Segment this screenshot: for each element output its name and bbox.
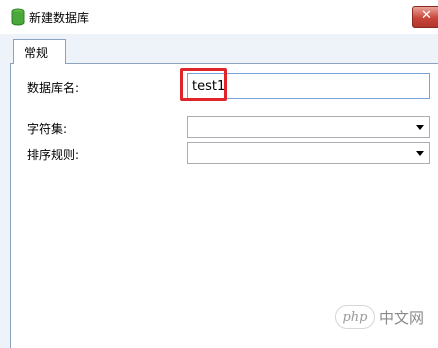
collation-select[interactable] — [187, 142, 430, 164]
tab-general[interactable]: 常规 — [13, 39, 66, 64]
db-name-label: 数据库名: — [27, 81, 80, 95]
watermark-text: 中文网 — [379, 308, 425, 327]
chevron-down-icon — [416, 151, 424, 156]
collation-label: 排序规则: — [27, 148, 80, 162]
highlight-box — [180, 68, 227, 101]
tab-general-label: 常规 — [24, 46, 49, 60]
charset-select[interactable] — [187, 116, 430, 138]
php-logo-text: php — [342, 309, 368, 325]
title-bar: 新建数据库 ✕ — [0, 0, 438, 34]
window-title: 新建数据库 — [29, 11, 90, 25]
chevron-down-icon — [416, 125, 424, 130]
close-button[interactable]: ✕ — [412, 6, 438, 28]
database-icon — [11, 8, 25, 26]
close-icon: ✕ — [421, 8, 432, 23]
watermark: php 中文网 — [335, 303, 431, 331]
php-logo: php — [335, 305, 375, 329]
charset-label: 字符集: — [27, 122, 68, 136]
